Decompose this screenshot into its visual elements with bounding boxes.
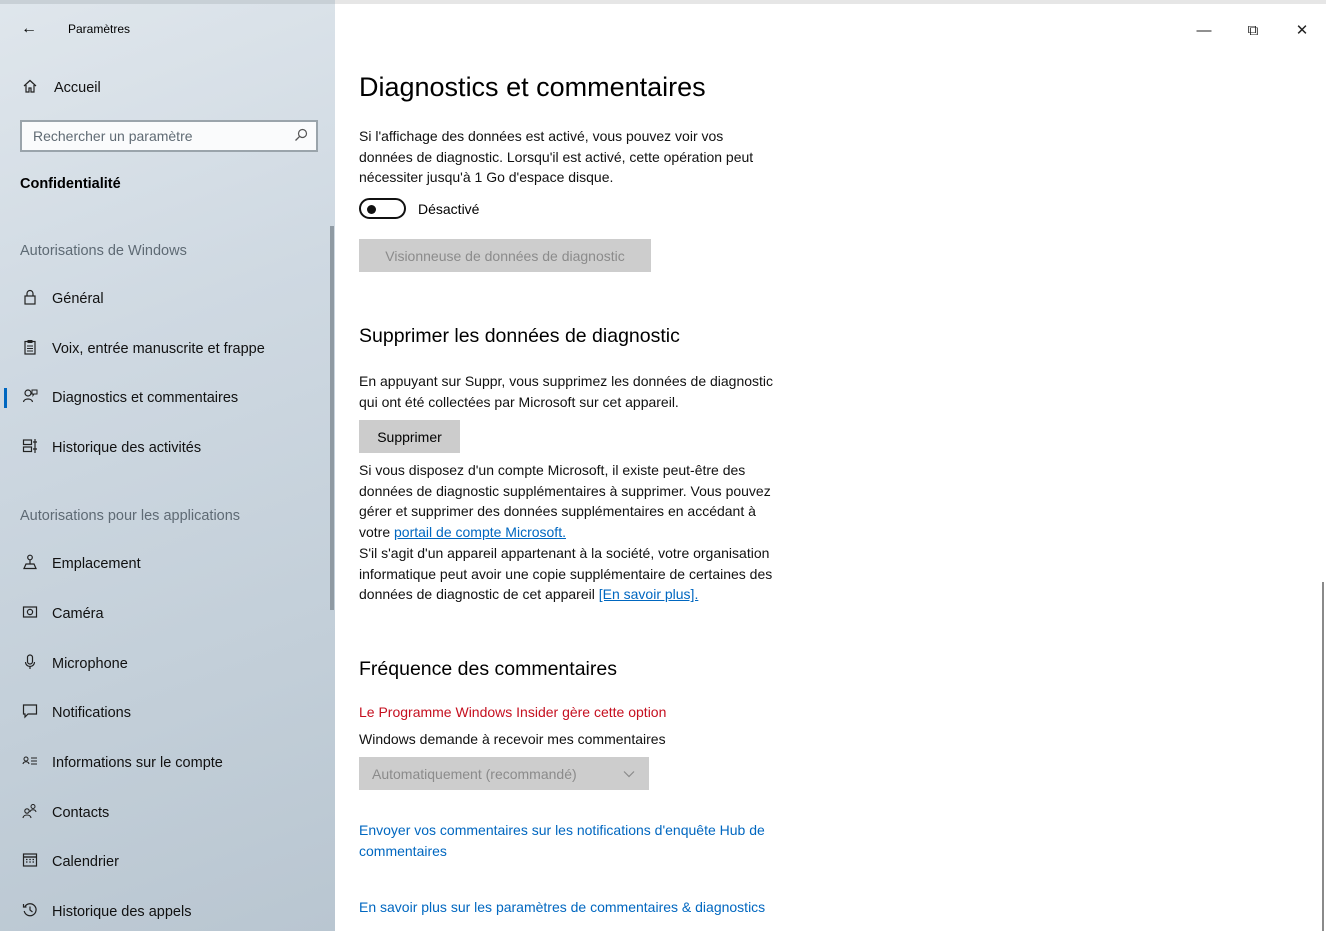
section-title: Confidentialité bbox=[20, 176, 121, 192]
restore-icon[interactable]: ⧉ bbox=[1230, 18, 1276, 44]
sidebar-item-account-info[interactable]: Informations sur le compte bbox=[0, 741, 335, 785]
sidebar-scrollbar[interactable] bbox=[330, 226, 334, 610]
sidebar-item-contacts[interactable]: Contacts bbox=[0, 791, 335, 835]
data-viewer-toggle[interactable] bbox=[359, 198, 406, 219]
sidebar-item-location[interactable]: Emplacement bbox=[0, 542, 335, 586]
contacts-icon bbox=[18, 803, 42, 823]
delete-button[interactable]: Supprimer bbox=[359, 420, 460, 453]
group-header-windows: Autorisations de Windows bbox=[20, 243, 187, 259]
sidebar-item-label: Voix, entrée manuscrite et frappe bbox=[52, 341, 265, 357]
sidebar-item-label: Historique des appels bbox=[52, 904, 192, 920]
microphone-icon bbox=[18, 654, 42, 674]
sidebar-item-label: Général bbox=[52, 291, 104, 307]
sidebar-item-label: Historique des activités bbox=[52, 440, 202, 456]
sidebar-item-camera[interactable]: Caméra bbox=[0, 592, 335, 636]
learn-more-link[interactable]: [En savoir plus]. bbox=[599, 586, 699, 602]
minimize-icon[interactable]: — bbox=[1181, 18, 1227, 44]
notification-icon bbox=[18, 703, 42, 723]
sidebar-item-speech[interactable]: Voix, entrée manuscrite et frappe bbox=[0, 327, 335, 371]
toggle-knob bbox=[367, 204, 376, 214]
main-content: — ⧉ ✕ Diagnostics et commentaires Si l'a… bbox=[335, 0, 1326, 931]
feedback-hub-link[interactable]: Envoyer vos commentaires sur les notific… bbox=[359, 820, 829, 862]
frequency-heading: Fréquence des commentaires bbox=[359, 658, 617, 680]
timeline-icon bbox=[18, 438, 42, 458]
sidebar-item-calendar[interactable]: Calendrier bbox=[0, 840, 335, 884]
sidebar-item-call-history[interactable]: Historique des appels bbox=[0, 890, 335, 931]
app-title: Paramètres bbox=[68, 22, 131, 36]
sidebar-item-label: Notifications bbox=[52, 705, 131, 721]
group-header-apps: Autorisations pour les applications bbox=[20, 508, 241, 524]
main-scrollbar[interactable] bbox=[1322, 582, 1324, 931]
camera-icon bbox=[18, 604, 42, 624]
calendar-icon bbox=[18, 852, 42, 872]
sidebar-item-general[interactable]: Général bbox=[0, 277, 335, 321]
sidebar-item-label: Microphone bbox=[52, 656, 128, 672]
close-icon[interactable]: ✕ bbox=[1279, 18, 1325, 44]
ms-account-portal-link[interactable]: portail de compte Microsoft. bbox=[394, 524, 566, 540]
sidebar-item-home[interactable]: Accueil bbox=[0, 66, 335, 110]
clipboard-icon bbox=[18, 339, 42, 359]
insider-warning: Le Programme Windows Insider gère cette … bbox=[359, 704, 667, 720]
sidebar: ← Paramètres Accueil Rechercher un param… bbox=[0, 0, 335, 931]
delete-description: En appuyant sur Suppr, vous supprimez le… bbox=[359, 373, 774, 410]
select-value: Automatiquement (recommandé) bbox=[372, 765, 577, 782]
sidebar-item-diagnostics[interactable]: Diagnostics et commentaires bbox=[0, 376, 335, 420]
sidebar-item-microphone[interactable]: Microphone bbox=[0, 642, 335, 686]
sidebar-item-label: Contacts bbox=[52, 805, 110, 821]
chevron-down-icon bbox=[623, 767, 635, 781]
search-icon bbox=[294, 128, 308, 145]
sidebar-item-label: Informations sur le compte bbox=[52, 755, 223, 771]
delete-heading: Supprimer les données de diagnostic bbox=[359, 325, 680, 347]
frequency-label: Windows demande à recevoir mes commentai… bbox=[359, 731, 666, 747]
back-arrow-icon[interactable]: ← bbox=[18, 18, 40, 40]
sidebar-item-label: Calendrier bbox=[52, 854, 119, 870]
search-placeholder: Rechercher un paramètre bbox=[33, 128, 193, 144]
search-input[interactable]: Rechercher un paramètre bbox=[20, 120, 318, 152]
learn-more-feedback-link[interactable]: En savoir plus sur les paramètres de com… bbox=[359, 897, 859, 918]
viewer-description: Si l'affichage des données est activé, v… bbox=[359, 128, 754, 186]
sidebar-item-label: Caméra bbox=[52, 606, 104, 622]
account-info-icon bbox=[18, 753, 42, 773]
toggle-state-label: Désactivé bbox=[418, 201, 480, 217]
feedback-frequency-select[interactable]: Automatiquement (recommandé) bbox=[359, 757, 649, 790]
home-icon bbox=[18, 78, 42, 98]
sidebar-item-activity-history[interactable]: Historique des activités bbox=[0, 426, 335, 470]
sidebar-item-label: Diagnostics et commentaires bbox=[52, 390, 239, 406]
call-history-icon bbox=[18, 902, 42, 922]
page-title: Diagnostics et commentaires bbox=[359, 72, 706, 102]
lock-icon bbox=[18, 289, 42, 309]
feedback-icon bbox=[18, 388, 42, 408]
location-icon bbox=[18, 554, 42, 574]
sidebar-item-label: Emplacement bbox=[52, 556, 141, 572]
diagnostic-viewer-button[interactable]: Visionneuse de données de diagnostic bbox=[359, 239, 651, 272]
sidebar-item-label: Accueil bbox=[54, 80, 101, 96]
sidebar-item-notifications[interactable]: Notifications bbox=[0, 691, 335, 735]
ms-account-description: Si vous disposez d'un compte Microsoft, … bbox=[359, 462, 773, 603]
